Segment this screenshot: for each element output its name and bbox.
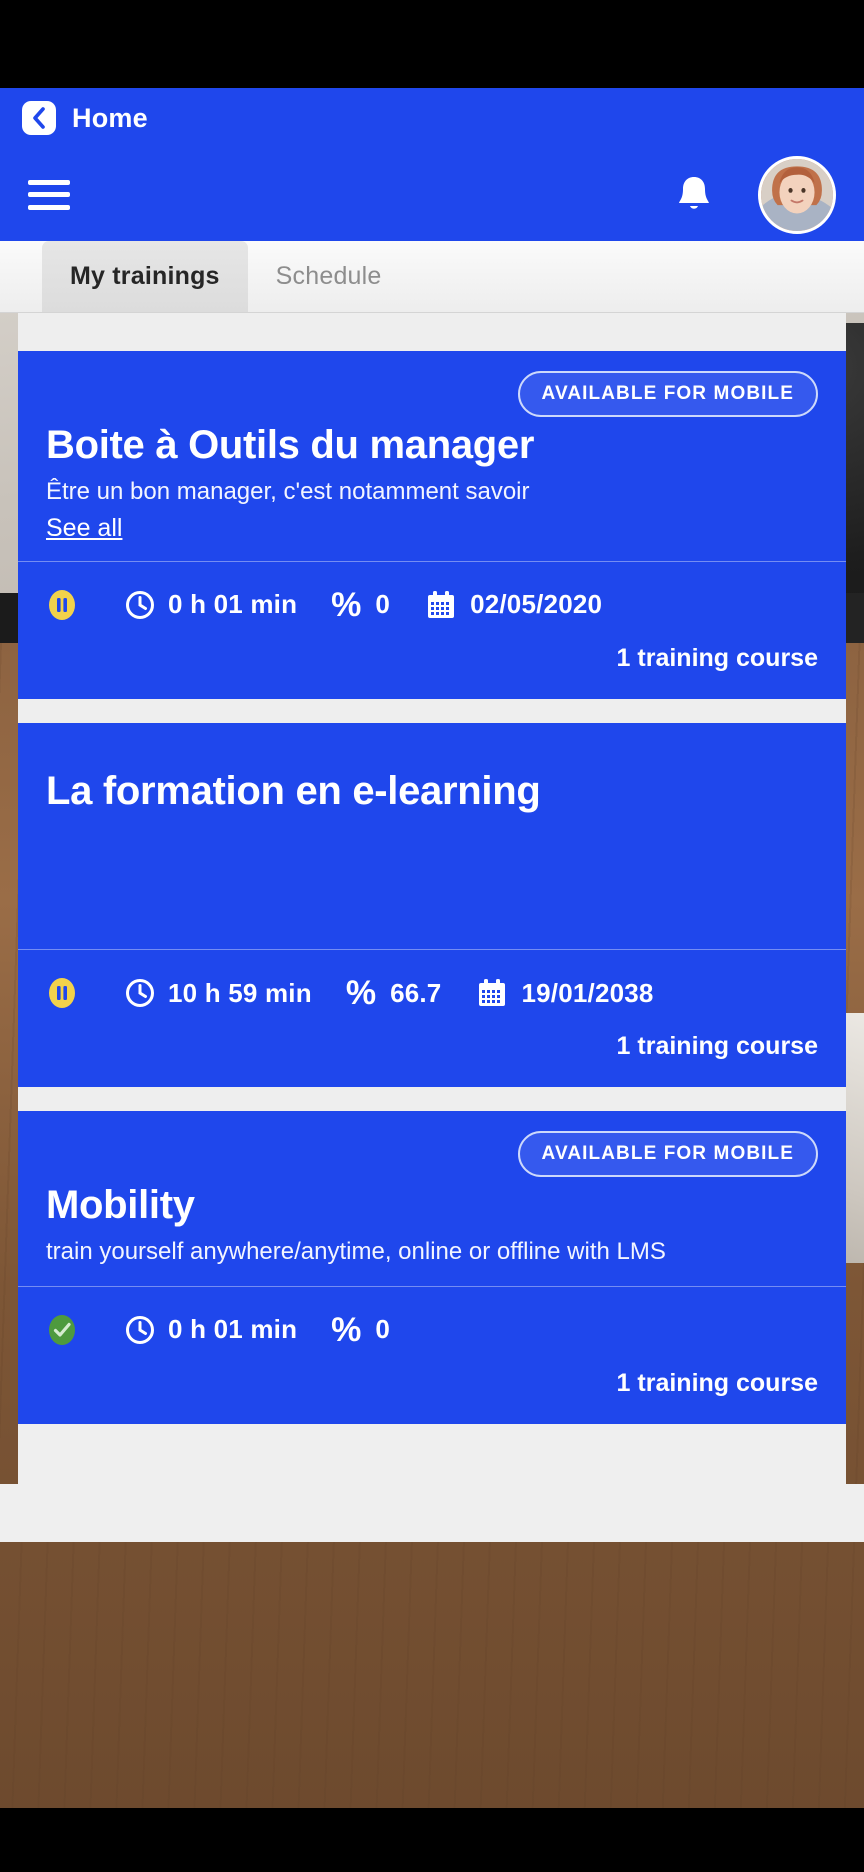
card-title: Boite à Outils du manager bbox=[46, 423, 535, 467]
calendar-icon bbox=[424, 588, 458, 622]
duration-value: 0 h 01 min bbox=[168, 1314, 298, 1345]
header-back-row: Home bbox=[0, 88, 864, 148]
clock-icon bbox=[124, 977, 156, 1009]
status-badge: AVAILABLE FOR MOBILE bbox=[517, 371, 818, 417]
app-viewport: Home My trainings Schedule AVAILABLE FOR… bbox=[0, 88, 864, 1808]
list-bottom-spacer bbox=[18, 1423, 846, 1484]
user-avatar[interactable] bbox=[758, 155, 836, 234]
training-card[interactable]: AVAILABLE FOR MOBILE Mobility train your… bbox=[18, 1111, 846, 1424]
status-badge: AVAILABLE FOR MOBILE bbox=[517, 1131, 818, 1178]
course-count: 1 training course bbox=[616, 1368, 818, 1397]
card-badge-row: AVAILABLE FOR MOBILE bbox=[46, 371, 818, 417]
duration-value: 10 h 59 min bbox=[168, 977, 312, 1008]
bell-icon[interactable] bbox=[672, 172, 716, 218]
bell-glyph bbox=[679, 176, 709, 209]
card-empty-space bbox=[46, 813, 818, 931]
stat-date: 19/01/2038 bbox=[475, 976, 653, 1010]
course-count: 1 training course bbox=[616, 643, 818, 672]
duration-value: 0 h 01 min bbox=[168, 589, 298, 620]
card-gap bbox=[18, 1087, 846, 1112]
card-body: AVAILABLE FOR MOBILE Mobility train your… bbox=[18, 1111, 846, 1286]
see-all-link[interactable]: See all bbox=[46, 514, 122, 543]
clock-icon bbox=[124, 589, 156, 621]
stat-percent: % 0 bbox=[331, 588, 390, 622]
tab-schedule-label: Schedule bbox=[275, 262, 382, 290]
tab-my-trainings[interactable]: My trainings bbox=[42, 241, 248, 312]
list-bottom-fill bbox=[0, 1483, 864, 1542]
letterbox-bottom bbox=[0, 1808, 864, 1872]
letterbox-top bbox=[0, 0, 864, 88]
card-body: AVAILABLE FOR MOBILE Boite à Outils du m… bbox=[18, 351, 846, 561]
clock-glyph bbox=[126, 979, 154, 1008]
stat-duration: 10 h 59 min bbox=[124, 977, 312, 1009]
card-gap bbox=[18, 698, 846, 723]
calendar-glyph bbox=[428, 590, 455, 618]
training-list-area: AVAILABLE FOR MOBILE Boite à Outils du m… bbox=[0, 313, 864, 1808]
stat-status bbox=[46, 977, 90, 1009]
stat-date: 02/05/2020 bbox=[424, 588, 602, 622]
pause-icon bbox=[46, 589, 78, 621]
percent-value: 66.7 bbox=[390, 977, 442, 1008]
check-circle-glyph bbox=[49, 1314, 75, 1345]
stat-duration: 0 h 01 min bbox=[124, 589, 297, 621]
training-cards: AVAILABLE FOR MOBILE Boite à Outils du m… bbox=[0, 313, 864, 1542]
card-description: train yourself anywhere/anytime, online … bbox=[46, 1238, 666, 1266]
tab-schedule[interactable]: Schedule bbox=[248, 241, 410, 312]
clock-icon bbox=[124, 1314, 156, 1346]
percent-sign: % bbox=[331, 585, 362, 624]
card-description: Être un bon manager, c'est notamment sav… bbox=[46, 477, 530, 505]
training-card[interactable]: AVAILABLE FOR MOBILE Boite à Outils du m… bbox=[18, 351, 846, 699]
clock-glyph bbox=[126, 1315, 154, 1344]
percent-value: 0 bbox=[375, 589, 391, 620]
stat-status bbox=[46, 589, 90, 621]
card-title: La formation en e-learning bbox=[46, 768, 541, 813]
course-count: 1 training course bbox=[616, 1032, 818, 1061]
percent-sign: % bbox=[331, 1310, 362, 1349]
pause-icon bbox=[46, 977, 78, 1009]
list-top-spacer bbox=[18, 313, 846, 351]
pause-glyph bbox=[49, 978, 75, 1009]
calendar-icon bbox=[475, 976, 509, 1010]
stat-percent: % 66.7 bbox=[346, 976, 442, 1010]
calendar-glyph bbox=[479, 979, 506, 1007]
date-value: 02/05/2020 bbox=[470, 589, 603, 620]
header-actions-row bbox=[0, 148, 864, 241]
pause-glyph bbox=[49, 589, 75, 620]
header-title: Home bbox=[72, 102, 148, 133]
card-title: Mobility bbox=[46, 1183, 195, 1228]
app-header: Home bbox=[0, 88, 864, 241]
card-stats: 0 h 01 min % 0 bbox=[18, 1287, 846, 1347]
clock-glyph bbox=[126, 590, 154, 619]
phone-screen: Home My trainings Schedule AVAILABLE FOR… bbox=[0, 0, 864, 1872]
stat-duration: 0 h 01 min bbox=[124, 1314, 297, 1346]
avatar-photo bbox=[761, 158, 833, 231]
stat-percent: % 0 bbox=[331, 1313, 390, 1347]
percent-sign: % bbox=[345, 974, 377, 1013]
card-stats: 10 h 59 min % 66.7 19/01/2038 bbox=[18, 950, 846, 1010]
date-value: 19/01/2038 bbox=[521, 977, 654, 1008]
card-stats: 0 h 01 min % 0 bbox=[18, 562, 846, 622]
back-button[interactable] bbox=[22, 101, 56, 135]
stat-status bbox=[46, 1314, 90, 1346]
tab-bar: My trainings Schedule bbox=[0, 241, 864, 313]
hamburger-menu-icon[interactable] bbox=[28, 179, 70, 210]
training-card[interactable]: La formation en e-learning 10 h 59 min %… bbox=[18, 722, 846, 1088]
tab-my-trainings-label: My trainings bbox=[70, 262, 220, 290]
card-body: La formation en e-learning bbox=[18, 723, 846, 950]
percent-value: 0 bbox=[375, 1314, 391, 1345]
check-circle-icon bbox=[46, 1314, 78, 1346]
card-badge-row: AVAILABLE FOR MOBILE bbox=[46, 1131, 818, 1178]
chevron-left-icon bbox=[33, 107, 45, 129]
